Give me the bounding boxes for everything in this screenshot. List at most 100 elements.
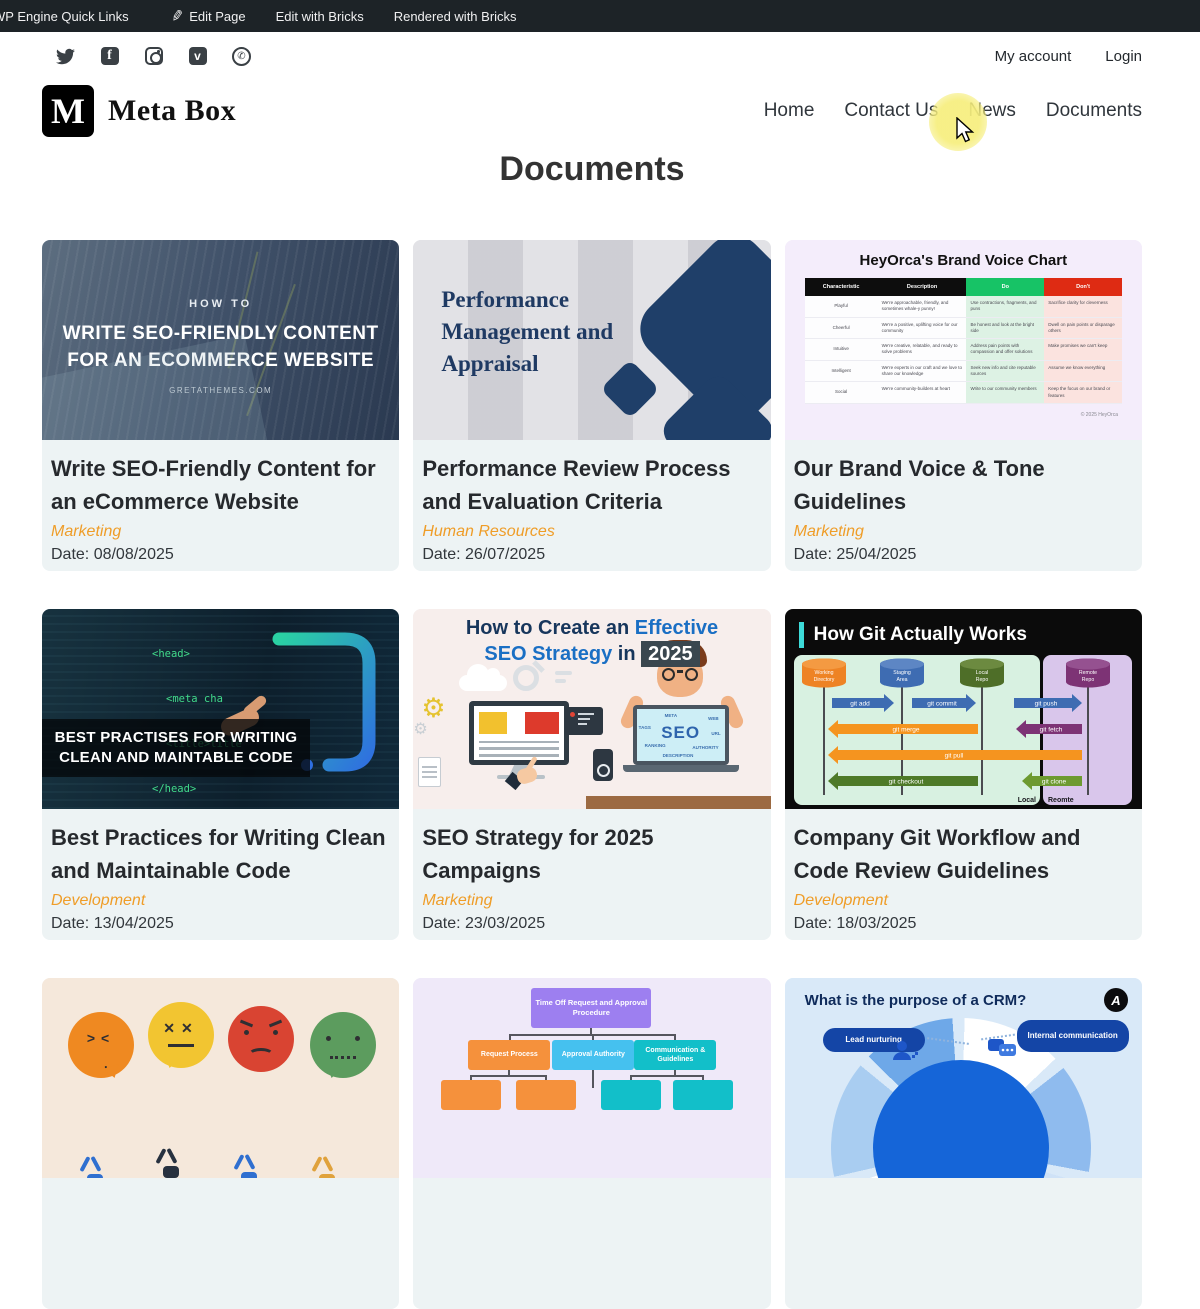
brand-voice-table: Characteristic Description Do Don't Play… <box>805 278 1122 404</box>
worried-bubble-icon <box>310 1012 376 1078</box>
card-title[interactable]: Best Practices for Writing Clean and Mai… <box>51 821 387 887</box>
whatsapp-icon[interactable]: ✆ <box>232 47 251 66</box>
monitor-illustration <box>469 701 569 765</box>
flowchart-node <box>673 1080 733 1110</box>
card-body: Best Practices for Writing Clean and Mai… <box>42 809 399 933</box>
document-card-brand-voice[interactable]: HeyOrca's Brand Voice Chart Characterist… <box>785 240 1142 571</box>
vimeo-icon[interactable]: v <box>188 47 207 66</box>
facebook-icon[interactable]: f <box>100 47 119 66</box>
vimeo-glyph: v <box>189 47 207 65</box>
svg-text:Staging: Staging <box>893 670 911 676</box>
twitter-icon[interactable] <box>56 47 75 66</box>
flowchart-node: Request Process <box>468 1040 550 1070</box>
edit-page-button[interactable]: ✎ Edit Page <box>171 7 246 25</box>
seo-word: SEO <box>637 723 725 743</box>
seo-tag: META <box>665 713 677 718</box>
card-date: Date: 13/04/2025 <box>51 915 387 933</box>
svg-text:git commit: git commit <box>927 701 957 708</box>
my-account-link[interactable]: My account <box>995 48 1072 65</box>
rendered-with-bricks-button[interactable]: Rendered with Bricks <box>394 9 517 24</box>
annoyed-bubble-icon: ><, <box>68 1012 134 1078</box>
title-part: in <box>612 643 641 665</box>
thumb-title: How to Create an Effective SEO Strategy … <box>413 609 770 667</box>
page-title: Documents <box>42 148 1142 190</box>
table-cell: We're experts in our craft and we love t… <box>878 361 967 383</box>
table-cell: Intelligent <box>805 361 878 383</box>
svg-text:Reomte: Reomte <box>1048 797 1074 804</box>
dizzy-bubble-icon: ✕✕ <box>148 1002 214 1068</box>
edit-page-label: Edit Page <box>189 9 245 24</box>
document-card-seo-strategy[interactable]: How to Create an Effective SEO Strategy … <box>413 609 770 940</box>
table-cell: Sacrifice clarity for cleverness <box>1044 296 1122 318</box>
title-year-badge: 2025 <box>641 641 700 667</box>
metabox-logo-icon: M <box>42 85 94 137</box>
edit-with-bricks-button[interactable]: Edit with Bricks <box>276 9 364 24</box>
instagram-icon[interactable] <box>144 47 163 66</box>
card-title[interactable]: Performance Review Process and Evaluatio… <box>422 452 758 518</box>
document-card-feedback[interactable]: ><, ✕✕ <box>42 978 399 1309</box>
card-category[interactable]: Development <box>51 892 387 910</box>
card-date: Date: 26/07/2025 <box>422 546 758 564</box>
card-thumbnail: HOW TO WRITE SEO-FRIENDLY CONTENT FOR AN… <box>42 240 399 440</box>
thumb-title: HeyOrca's Brand Voice Chart <box>785 252 1142 269</box>
document-card-seo-content[interactable]: HOW TO WRITE SEO-FRIENDLY CONTENT FOR AN… <box>42 240 399 571</box>
document-card-clean-code[interactable]: <head> <meta cha <title>title </head> <b… <box>42 609 399 940</box>
seo-tag: RANKING <box>645 743 666 748</box>
table-cell: We're approachable, friendly, and someti… <box>878 296 967 318</box>
table-cell: We're community-builders at heart <box>878 382 967 404</box>
card-title[interactable]: Write SEO-Friendly Content for an eComme… <box>51 452 387 518</box>
brand-logo-icon: A <box>1104 988 1128 1012</box>
table-cell: Cheerful <box>805 318 878 340</box>
svg-text:Directory: Directory <box>813 677 834 683</box>
flowchart-node: Approval Authority <box>552 1040 634 1070</box>
nav-item-contact-us[interactable]: Contact Us <box>844 100 938 122</box>
desk-decoration <box>586 796 771 809</box>
thumb-copyright: © 2025 HeyOrca <box>1081 412 1118 418</box>
svg-text:git merge: git merge <box>892 727 919 734</box>
card-thumbnail: How to Create an Effective SEO Strategy … <box>413 609 770 809</box>
main-nav: Home Contact Us News Documents <box>764 100 1142 122</box>
svg-text:git add: git add <box>850 701 870 708</box>
thumb-kicker: HOW TO <box>42 298 399 310</box>
add-user-icon <box>891 1038 919 1064</box>
wp-engine-quick-links[interactable]: WP Engine Quick Links <box>0 9 129 24</box>
card-thumbnail: Performance Management and Appraisal <box>413 240 770 440</box>
dash-decoration <box>555 679 566 683</box>
svg-text:git pull: git pull <box>944 753 963 760</box>
thumb-title: WRITE SEO-FRIENDLY CONTENT FOR AN ECOMME… <box>60 320 381 374</box>
card-category[interactable]: Marketing <box>422 892 758 910</box>
document-card-git-workflow[interactable]: How Git Actually Works Working Directory… <box>785 609 1142 940</box>
table-cell: Keep the focus on our brand or features <box>1044 382 1122 404</box>
table-cell: We're a positive, uplifting voice for ou… <box>878 318 967 340</box>
media-player-icon <box>593 749 613 781</box>
card-category[interactable]: Development <box>794 892 1130 910</box>
card-category[interactable]: Marketing <box>51 523 387 541</box>
card-title[interactable]: Our Brand Voice & Tone Guidelines <box>794 452 1130 518</box>
card-date: Date: 18/03/2025 <box>794 915 1130 933</box>
card-title[interactable]: Company Git Workflow and Code Review Gui… <box>794 821 1130 887</box>
table-cell: Be honest and look at the bright side <box>966 318 1044 340</box>
nav-item-home[interactable]: Home <box>764 100 815 122</box>
thumb-title: What is the purpose of a CRM? <box>805 992 1027 1009</box>
laptop-base <box>623 765 739 772</box>
svg-text:Area: Area <box>896 677 907 683</box>
site-logo[interactable]: M Meta Box <box>42 85 236 137</box>
document-card-time-off[interactable]: Time Off Request and Approval Procedure … <box>413 978 770 1309</box>
nav-item-documents[interactable]: Documents <box>1046 100 1142 122</box>
document-card-performance-review[interactable]: Performance Management and Appraisal Per… <box>413 240 770 571</box>
svg-text:git clone: git clone <box>1042 779 1067 786</box>
title-part: Effective <box>635 617 718 639</box>
nav-item-news[interactable]: News <box>968 100 1016 122</box>
card-category[interactable]: Marketing <box>794 523 1130 541</box>
login-link[interactable]: Login <box>1105 48 1142 65</box>
card-category[interactable]: Human Resources <box>422 523 758 541</box>
card-title[interactable]: SEO Strategy for 2025 Campaigns <box>422 821 758 887</box>
document-card-crm[interactable]: What is the purpose of a CRM? A Lead nur… <box>785 978 1142 1309</box>
code-line: <head> <box>152 647 242 662</box>
table-cell: We're creative, relatable, and ready to … <box>878 339 967 361</box>
laptop-illustration: META WEB TAGS URL RANKING AUTHORITY DESC… <box>633 705 729 765</box>
table-cell: Seek new info and cite reputable sources <box>966 361 1044 383</box>
table-cell: Write to our community members <box>966 382 1044 404</box>
table-cell: Assume we know everything <box>1044 361 1122 383</box>
top-bar: f v ✆ My account Login <box>0 32 1200 80</box>
